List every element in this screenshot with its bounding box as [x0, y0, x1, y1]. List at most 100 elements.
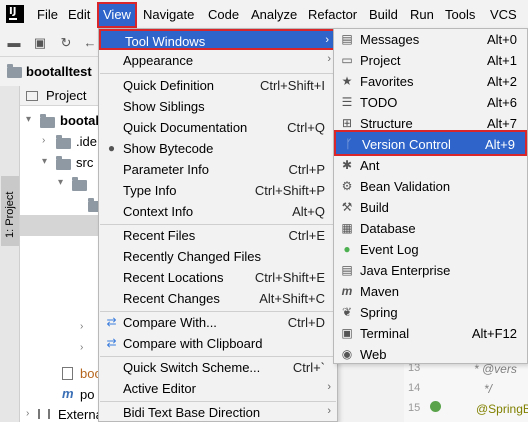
menu-item-shortcut: Alt+Q — [292, 204, 325, 219]
ant-icon: ✱ — [341, 158, 353, 172]
menu-item-compare-with[interactable]: ⇄ Compare With... Ctrl+D — [99, 312, 337, 333]
menu-item-recently-changed-files[interactable]: Recently Changed Files — [99, 246, 337, 267]
menu-item-parameter-info[interactable]: Parameter Info Ctrl+P — [99, 159, 337, 180]
tool-window-database[interactable]: ▦ Database — [334, 218, 527, 239]
chevron-right-icon[interactable]: › — [80, 321, 83, 332]
tool-window-favorites[interactable]: ★ Favorites Alt+2 — [334, 71, 527, 92]
project-tool-button[interactable]: 1: Project — [1, 176, 19, 246]
spring-bean-icon[interactable] — [430, 401, 441, 412]
menu-item-label: Ant — [360, 158, 380, 173]
code-editor[interactable]: 13 * @vers 14 */ 15 @SpringB — [404, 360, 528, 422]
ide-window: IJ File Edit View Navigate Code Analyze … — [0, 0, 528, 422]
tree-row-src[interactable]: ▾ src — [20, 152, 100, 173]
menu-item-quick-switch-scheme[interactable]: Quick Switch Scheme... Ctrl+` — [99, 357, 337, 378]
tree-row-selected[interactable] — [20, 215, 100, 236]
menu-item-show-siblings[interactable]: Show Siblings — [99, 96, 337, 117]
tool-window-version-control[interactable]: ᚴ Version Control Alt+9 — [334, 130, 527, 156]
menu-item-label: Spring — [360, 305, 398, 320]
tool-window-java-enterprise[interactable]: ▤ Java Enterprise — [334, 260, 527, 281]
menu-view[interactable]: View — [97, 2, 137, 28]
todo-icon: ☰ — [341, 95, 353, 109]
menu-item-label: Favorites — [360, 74, 414, 89]
tool-window-build[interactable]: ⚒ Build — [334, 197, 527, 218]
menu-item-label: Java Enterprise — [360, 263, 451, 278]
menu-vcs[interactable]: VCS — [490, 7, 517, 22]
menu-item-recent-changes[interactable]: Recent Changes Alt+Shift+C — [99, 288, 337, 309]
menu-item-label: Build — [360, 200, 389, 215]
menu-item-label: Recent Files — [123, 228, 196, 243]
menu-item-label: Appearance — [123, 53, 194, 68]
tool-window-bean-validation[interactable]: ⚙ Bean Validation — [334, 176, 527, 197]
menu-item-shortcut: Ctrl+P — [288, 162, 325, 177]
tool-window-ant[interactable]: ✱ Ant — [334, 155, 527, 176]
menu-item-active-editor[interactable]: Active Editor › — [99, 378, 337, 399]
tree-row-idea[interactable]: › .ide — [20, 131, 100, 152]
chevron-right-icon[interactable]: › — [42, 135, 45, 146]
tree-label: po — [80, 387, 95, 402]
menu-refactor[interactable]: Refactor — [308, 7, 357, 22]
menu-navigate[interactable]: Navigate — [143, 7, 194, 22]
menu-edit[interactable]: Edit — [68, 7, 90, 22]
tree-row-root[interactable]: ▾ bootal — [20, 110, 100, 131]
tree-row[interactable]: › — [20, 338, 100, 359]
tree-row-file[interactable]: boo — [20, 363, 102, 384]
menu-item-label: Active Editor — [123, 381, 196, 396]
project-view-selector[interactable]: Project — [46, 88, 86, 103]
tree-row-pom[interactable]: m po — [20, 384, 100, 405]
menu-item-recent-files[interactable]: Recent Files Ctrl+E — [99, 225, 337, 246]
menu-item-label: Show Siblings — [123, 99, 205, 114]
breadcrumb-project[interactable]: bootalltest — [26, 64, 92, 79]
menu-file[interactable]: File — [37, 7, 58, 22]
menu-item-label: Database — [360, 221, 416, 236]
menu-item-quick-documentation[interactable]: Quick Documentation Ctrl+Q — [99, 117, 337, 138]
menu-item-bidi-text-base-direction[interactable]: Bidi Text Base Direction › — [99, 402, 337, 422]
chevron-right-icon[interactable]: › — [80, 342, 83, 353]
menu-item-shortcut: Ctrl+Shift+I — [259, 78, 325, 93]
compare-clipboard-icon: ⇄ — [106, 336, 117, 350]
build-icon: ⚒ — [341, 200, 353, 214]
save-icon[interactable]: ▣ — [32, 35, 48, 51]
tool-window-todo[interactable]: ☰ TODO Alt+6 — [334, 92, 527, 113]
tree-row[interactable] — [20, 194, 103, 215]
menu-item-compare-with-clipboard[interactable]: ⇄ Compare with Clipboard — [99, 333, 337, 354]
menu-item-quick-definition[interactable]: Quick Definition Ctrl+Shift+I — [99, 75, 337, 96]
tool-window-project[interactable]: ▭ Project Alt+1 — [334, 50, 527, 71]
tool-window-terminal[interactable]: ▣ Terminal Alt+F12 — [334, 323, 527, 344]
maven-file-icon: m — [62, 386, 74, 401]
menu-code[interactable]: Code — [208, 7, 239, 22]
menu-item-recent-locations[interactable]: Recent Locations Ctrl+Shift+E — [99, 267, 337, 288]
menu-analyze[interactable]: Analyze — [251, 7, 297, 22]
menu-item-label: Event Log — [360, 242, 419, 257]
menu-run[interactable]: Run — [410, 7, 434, 22]
menu-item-shortcut: Alt+1 — [487, 53, 517, 68]
open-folder-icon[interactable]: ▬ — [6, 35, 22, 51]
tool-window-event-log[interactable]: ● Event Log — [334, 239, 527, 260]
tool-window-maven[interactable]: m Maven — [334, 281, 527, 302]
tool-window-web[interactable]: ◉ Web — [334, 344, 527, 365]
chevron-down-icon[interactable]: ▾ — [26, 114, 31, 125]
line-number: 15 — [408, 402, 421, 414]
tree-row[interactable]: ▾ — [20, 173, 100, 194]
menu-item-context-info[interactable]: Context Info Alt+Q — [99, 201, 337, 222]
sync-icon[interactable]: ↻ — [58, 35, 74, 51]
chevron-right-icon[interactable]: › — [26, 408, 29, 419]
menu-tools[interactable]: Tools — [445, 7, 475, 22]
menu-item-show-bytecode[interactable]: ● Show Bytecode — [99, 138, 337, 159]
menu-item-shortcut: Alt+2 — [487, 74, 517, 89]
tool-window-spring[interactable]: ❦ Spring — [334, 302, 527, 323]
menu-item-type-info[interactable]: Type Info Ctrl+Shift+P — [99, 180, 337, 201]
menu-separator — [100, 73, 336, 74]
terminal-icon: ▣ — [341, 326, 353, 340]
tool-window-messages[interactable]: ▤ Messages Alt+0 — [334, 29, 527, 50]
menu-item-label: Context Info — [123, 204, 194, 219]
tree-row-external[interactable]: › Externa — [20, 404, 103, 422]
chevron-down-icon[interactable]: ▾ — [58, 177, 63, 188]
menu-build[interactable]: Build — [369, 7, 398, 22]
tree-row[interactable]: › — [20, 317, 100, 338]
project-view-icon — [26, 91, 38, 101]
chevron-down-icon[interactable]: ▾ — [42, 156, 47, 167]
project-panel-header: Project — [20, 86, 100, 106]
menu-item-appearance[interactable]: Appearance › — [99, 50, 337, 71]
menu-item-tool-windows[interactable]: Tool Windows › — [99, 29, 337, 50]
back-arrow-icon[interactable]: ← — [82, 35, 98, 51]
